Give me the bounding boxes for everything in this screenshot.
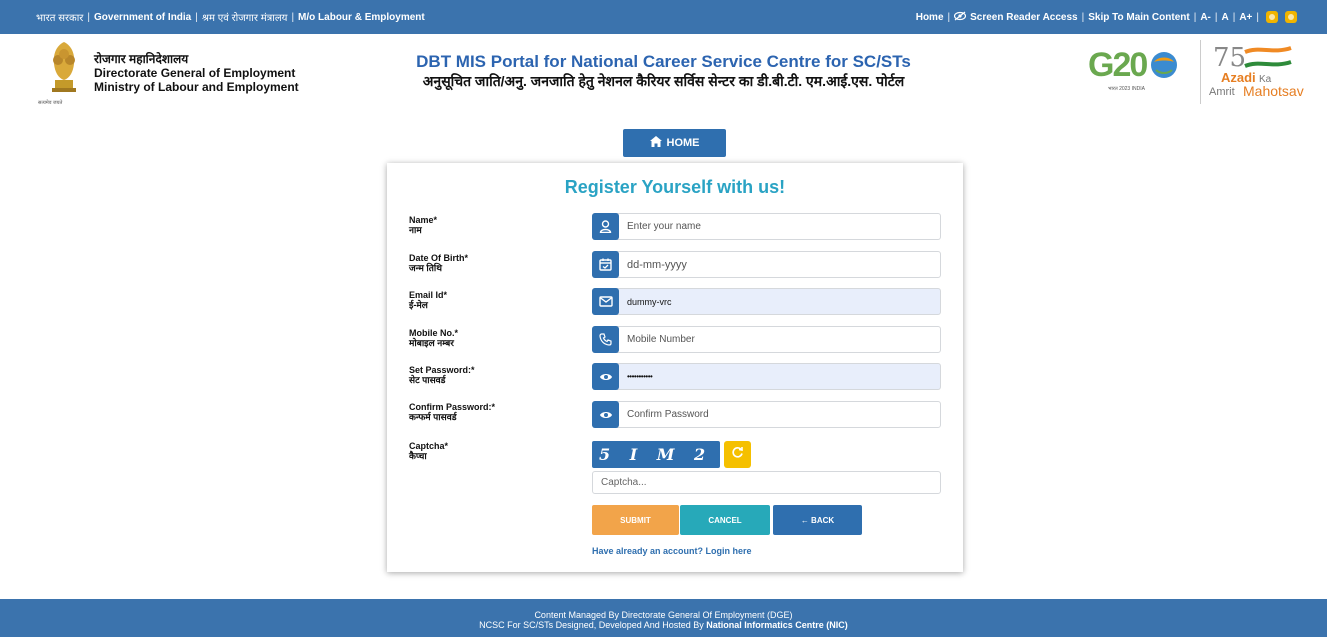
email-label-hi: ई-मेल — [409, 300, 428, 310]
g20-logo-text: G20 — [1088, 46, 1148, 84]
mobile-label-en: Mobile No.* — [409, 328, 458, 338]
g20-logo: G20 भारत 2023 INDIA — [1086, 46, 1190, 98]
email-input[interactable]: dummy-vrc — [592, 288, 941, 315]
mobile-label: Mobile No.* मोबाइल नम्बर — [409, 328, 458, 348]
azadi-amrit-text: Amrit — [1209, 86, 1235, 98]
login-link[interactable]: Have already an account? Login here — [592, 546, 752, 556]
user-icon — [592, 213, 619, 240]
phone-icon — [592, 326, 619, 353]
email-label: Email Id* ई-मेल — [409, 290, 447, 310]
name-input[interactable]: Enter your name — [592, 213, 941, 240]
email-label-en: Email Id* — [409, 290, 448, 300]
footer-line-1: Content Managed By Directorate General O… — [534, 610, 793, 620]
govt-hindi: भारत सरकार — [36, 13, 84, 24]
password-label-en: Set Password:* — [409, 365, 475, 375]
cancel-button[interactable]: CANCEL — [680, 505, 770, 535]
back-button[interactable]: ← BACK — [773, 505, 862, 535]
captcha-input[interactable]: Captcha... — [592, 471, 941, 494]
dob-label-en: Date Of Birth* — [409, 253, 469, 263]
captcha-label-en: Captcha* — [409, 441, 449, 451]
confirm-password-label-hi: कन्फर्म पासवर्ड — [409, 412, 457, 422]
font-increase-link[interactable]: A+ — [1239, 12, 1252, 23]
captcha-image: 5 I M 2 t 8 — [592, 441, 763, 468]
confirm-password-label: Confirm Password:* कन्फर्म पासवर्ड — [409, 402, 495, 422]
font-decrease-link[interactable]: A- — [1200, 12, 1211, 23]
form-title: Register Yourself with us! — [564, 177, 786, 197]
submit-button[interactable]: SUBMIT — [592, 505, 679, 535]
theme-toggle-icon[interactable] — [1266, 11, 1278, 23]
govt-english: Government of India — [94, 11, 192, 23]
captcha-label: Captcha* कैप्चा — [409, 441, 448, 461]
name-label: Name* नाम — [409, 215, 437, 235]
confirm-password-input[interactable]: Confirm Password — [592, 401, 941, 428]
ministry-hindi: श्रम एवं रोजगार मंत्रालय — [201, 13, 288, 24]
home-icon — [649, 136, 662, 150]
name-label-hi: नाम — [409, 225, 422, 235]
azadi-mahotsav-text: Mahotsav — [1243, 83, 1304, 99]
emblem-caption: सत्यमेव जयते — [38, 100, 63, 106]
envelope-icon — [592, 288, 619, 315]
footer-line-2-prefix: NCSC For SC/STs Designed, Developed And … — [479, 620, 707, 630]
confirm-password-placeholder: Confirm Password — [627, 409, 709, 420]
name-label-en: Name* — [409, 215, 438, 225]
password-label: Set Password:* सेट पासवर्ड — [409, 365, 475, 385]
calendar-icon — [592, 251, 619, 278]
mobile-label-hi: मोबाइल नम्बर — [409, 338, 454, 348]
mobile-placeholder: Mobile Number — [627, 334, 695, 345]
g20-caption: भारत 2023 INDIA — [1108, 86, 1145, 92]
azadi-ka-amrit-mahotsav-logo: 75 Azadi Ka Amrit Mahotsav — [1200, 40, 1310, 104]
eye-icon[interactable] — [592, 363, 619, 390]
refresh-icon — [731, 446, 744, 464]
captcha-placeholder: Captcha... — [601, 477, 647, 488]
top-bar-right: Home | Screen Reader Access | Skip To Main… — [916, 11, 1297, 24]
svg-text:75: 75 — [1213, 43, 1246, 70]
font-normal-link[interactable]: A — [1221, 12, 1228, 23]
ministry-english: M/o Labour & Employment — [298, 11, 425, 23]
mobile-input[interactable]: Mobile Number — [592, 326, 941, 353]
captcha-refresh-button[interactable] — [724, 441, 751, 468]
footer-nic-link[interactable]: National Informatics Centre (NIC) — [706, 620, 848, 630]
confirm-password-label-en: Confirm Password:* — [409, 402, 496, 412]
top-bar-left: भारत सरकार | Government of India | श्रम एव… — [36, 11, 425, 25]
home-button-label: HOME — [666, 137, 700, 149]
screen-reader-link[interactable]: Screen Reader Access — [970, 12, 1077, 23]
registration-card: Register Yourself with us! Name* नाम Ent… — [387, 163, 963, 572]
email-value: dummy-vrc — [627, 296, 672, 307]
top-bar: भारत सरकार | Government of India | श्रम एव… — [0, 0, 1327, 34]
dob-input[interactable]: dd-mm-yyyy — [592, 251, 941, 278]
skip-to-main-link[interactable]: Skip To Main Content — [1088, 12, 1189, 23]
dob-label: Date Of Birth* जन्म तिथि — [409, 253, 468, 273]
captcha-label-hi: कैप्चा — [409, 451, 427, 461]
eye-icon[interactable] — [592, 401, 619, 428]
password-input[interactable]: ••••••••••• — [592, 363, 941, 390]
name-placeholder: Enter your name — [627, 221, 701, 232]
dob-placeholder: dd-mm-yyyy — [627, 258, 687, 271]
top-home-link[interactable]: Home — [916, 12, 944, 23]
site-header: सत्यमेव जयते रोजगार महानिदेशालय Director… — [0, 34, 1327, 114]
home-button[interactable]: HOME — [623, 129, 726, 157]
password-label-hi: सेट पासवर्ड — [409, 375, 446, 385]
contrast-toggle-icon[interactable] — [1285, 11, 1297, 23]
site-footer: Content Managed By Directorate General O… — [0, 599, 1327, 637]
password-value: ••••••••••• — [627, 372, 653, 381]
screen-reader-icon — [954, 11, 967, 24]
dob-label-hi: जन्म तिथि — [409, 263, 442, 273]
footer-line-2: NCSC For SC/STs Designed, Developed And … — [0, 620, 1327, 630]
